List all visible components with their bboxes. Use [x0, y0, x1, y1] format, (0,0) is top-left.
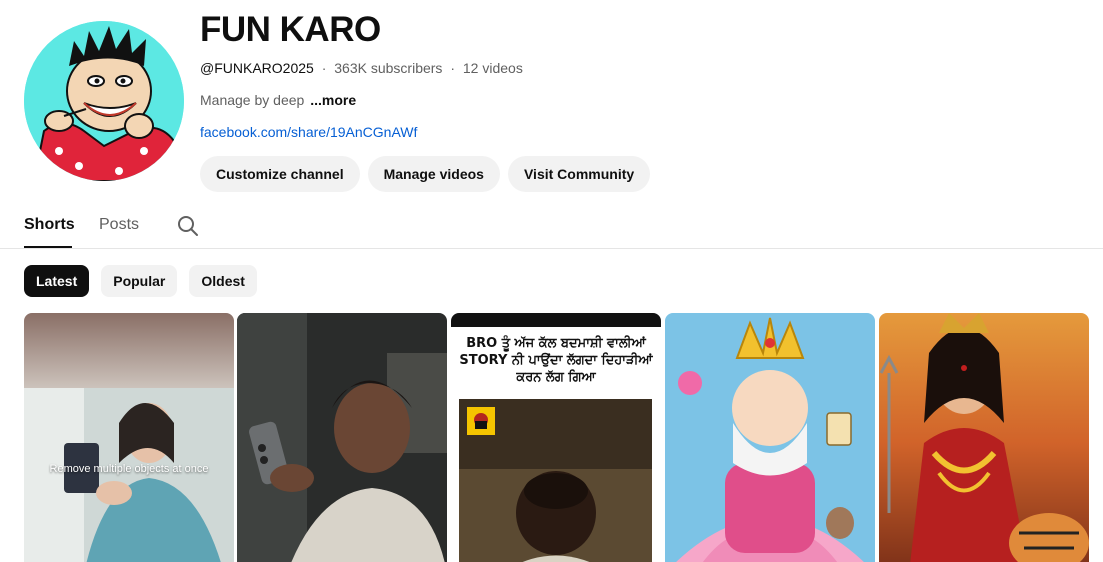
short-overlay-text: Remove multiple objects at once [49, 463, 209, 475]
meta-separator: · [450, 60, 455, 76]
meta-separator: · [321, 60, 327, 76]
thumbnail-image [24, 313, 234, 562]
tab-shorts[interactable]: Shorts [24, 215, 75, 235]
channel-handle: @FUNKARO2025 [200, 60, 314, 76]
more-link[interactable]: ...more [310, 92, 356, 108]
short-thumbnail[interactable] [665, 313, 875, 562]
channel-meta: @FUNKARO2025 · 363K subscribers · 12 vid… [200, 58, 650, 78]
description-text: Manage by deep [200, 92, 305, 108]
subscriber-count: 363K subscribers [334, 60, 443, 76]
channel-header: FUN KARO @FUNKARO2025 · 363K subscribers… [200, 8, 651, 192]
channel-avatar[interactable] [24, 21, 184, 181]
thumbnail-image [879, 313, 1089, 562]
channel-external-link[interactable]: facebook.com/share/19AnCGnAWf [200, 122, 650, 142]
avatar-illustration [24, 21, 184, 181]
chip-latest[interactable]: Latest [24, 265, 90, 297]
active-tab-indicator [24, 246, 72, 248]
short-thumbnail[interactable]: Remove multiple objects at once [24, 313, 234, 562]
visit-community-button[interactable]: Visit Community [507, 156, 651, 192]
customize-channel-button[interactable]: Customize channel [200, 156, 360, 192]
channel-description[interactable]: Manage by deep ...more [200, 90, 650, 110]
video-count: 12 videos [462, 60, 523, 76]
short-thumbnail[interactable] [879, 313, 1089, 562]
manage-videos-button[interactable]: Manage videos [367, 156, 500, 192]
chip-popular[interactable]: Popular [101, 265, 178, 297]
chip-oldest[interactable]: Oldest [189, 265, 257, 297]
tab-posts[interactable]: Posts [99, 215, 139, 235]
channel-name: FUN KARO [200, 10, 381, 49]
channel-actions: Customize channel Manage videos Visit Co… [200, 156, 651, 192]
search-icon[interactable] [176, 214, 200, 238]
sort-chips: Latest Popular Oldest [24, 265, 257, 297]
short-caption: BRO ਤੂੰ ਅੱਜ ਕੱਲ ਬਦਮਾਸ਼ੀ ਵਾਲੀਆਂ STORY ਨੀ … [459, 336, 653, 385]
short-thumbnail[interactable]: BRO ਤੂੰ ਅੱਜ ਕੱਲ ਬਦਮਾਸ਼ੀ ਵਾਲੀਆਂ STORY ਨੀ … [451, 313, 661, 562]
short-thumbnail[interactable] [237, 313, 447, 562]
thumbnail-image [665, 313, 875, 562]
channel-tabs: Shorts Posts [0, 200, 1103, 249]
thumbnail-image [237, 313, 447, 562]
